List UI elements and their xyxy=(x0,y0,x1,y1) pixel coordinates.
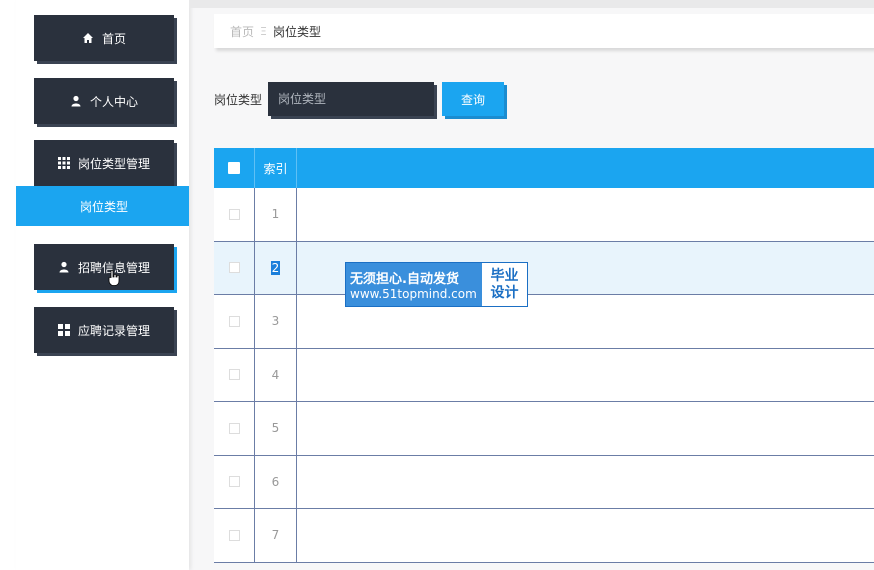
breadcrumb-current: 岗位类型 xyxy=(272,24,321,39)
table-row[interactable]: 3 xyxy=(214,295,874,349)
sidebar-item-application-record-management[interactable]: 应聘记录管理 xyxy=(34,307,174,353)
row-blank xyxy=(297,456,874,509)
row-index: 7 xyxy=(255,509,297,562)
sidebar-item-label: 岗位类型管理 xyxy=(77,156,150,171)
table-header: 索引 xyxy=(214,148,874,188)
row-index: 2 xyxy=(255,241,297,294)
row-blank xyxy=(297,509,874,562)
row-index: 5 xyxy=(255,402,297,455)
watermark-left: 无须担心.自动发货 www.51topmind.com xyxy=(346,263,482,306)
watermark-right-line2: 设计 xyxy=(490,284,519,301)
row-checkbox-cell xyxy=(214,295,255,348)
row-blank xyxy=(297,349,874,402)
header-checkbox-cell xyxy=(214,148,255,188)
row-checkbox-cell xyxy=(214,455,255,508)
search-input[interactable] xyxy=(268,82,434,116)
sidebar-item-label: 应聘记录管理 xyxy=(77,323,150,338)
watermark-url: www.51topmind.com xyxy=(350,287,477,301)
row-blank xyxy=(297,188,874,241)
row-checkbox[interactable] xyxy=(228,422,240,434)
sidebar-item-recruitment-info-management[interactable]: 招聘信息管理 xyxy=(34,244,174,290)
watermark-line1: 无须担心.自动发货 xyxy=(350,272,459,287)
row-checkbox-cell xyxy=(214,348,255,401)
user-icon xyxy=(58,261,70,273)
top-band xyxy=(189,0,874,8)
table-row[interactable]: 5 xyxy=(214,402,874,456)
watermark-right: 毕业 设计 xyxy=(482,263,527,306)
query-button[interactable]: 查询 xyxy=(442,82,504,116)
row-index: 6 xyxy=(255,455,297,508)
select-all-checkbox[interactable] xyxy=(228,162,240,174)
row-checkbox-cell xyxy=(214,188,255,241)
home-icon xyxy=(82,32,94,44)
row-checkbox[interactable] xyxy=(228,369,240,381)
sidebar: 首页 个人中心 岗位类型管理 岗位类型 招聘信息管理 应聘记录管理 xyxy=(16,0,189,570)
sidebar-subitem-label: 岗位类型 xyxy=(80,199,129,214)
row-checkbox-cell xyxy=(214,241,255,294)
row-checkbox[interactable] xyxy=(228,476,240,488)
grid-icon xyxy=(57,157,70,169)
row-checkbox-cell xyxy=(214,402,255,455)
row-index: 4 xyxy=(255,348,297,401)
watermark-banner: 无须担心.自动发货 www.51topmind.com 毕业 设计 xyxy=(345,262,528,307)
row-index: 1 xyxy=(255,188,297,241)
sidebar-item-label: 首页 xyxy=(101,31,126,46)
sidebar-subitem-job-type[interactable]: 岗位类型 xyxy=(16,186,189,226)
row-checkbox-cell xyxy=(214,509,255,562)
user-icon xyxy=(70,95,82,107)
left-margin xyxy=(0,0,16,570)
data-table: 索引 1 2 3 4 5 6 7 xyxy=(214,148,874,563)
breadcrumb: 首页 Ξ 岗位类型 xyxy=(214,14,874,48)
breadcrumb-home[interactable]: 首页 xyxy=(230,23,254,40)
watermark-right-line1: 毕业 xyxy=(490,267,519,284)
header-index: 索引 xyxy=(255,148,297,188)
table-row[interactable]: 1 xyxy=(214,188,874,242)
row-checkbox[interactable] xyxy=(228,315,240,327)
table-row[interactable]: 2 xyxy=(214,241,874,295)
row-index: 3 xyxy=(255,295,297,348)
row-checkbox[interactable] xyxy=(228,208,240,220)
header-blank xyxy=(297,148,874,188)
selected-index-text: 2 xyxy=(270,260,281,275)
row-checkbox[interactable] xyxy=(228,529,240,541)
sidebar-item-label: 个人中心 xyxy=(89,94,138,109)
breadcrumb-separator-icon: Ξ xyxy=(260,24,267,38)
row-checkbox[interactable] xyxy=(228,262,240,274)
hand-cursor-icon xyxy=(108,270,120,286)
table-row[interactable]: 6 xyxy=(214,455,874,509)
search-label: 岗位类型 xyxy=(214,93,263,107)
table-row[interactable]: 4 xyxy=(214,348,874,402)
main-content: 首页 Ξ 岗位类型 岗位类型 查询 索引 1 2 3 xyxy=(189,0,874,570)
row-blank xyxy=(297,402,874,455)
sidebar-item-job-type-management[interactable]: 岗位类型管理 xyxy=(34,140,174,186)
table-row[interactable]: 7 xyxy=(214,509,874,563)
grid-four-icon xyxy=(57,324,70,336)
sidebar-item-home[interactable]: 首页 xyxy=(34,15,174,61)
sidebar-item-personal-center[interactable]: 个人中心 xyxy=(34,78,174,124)
